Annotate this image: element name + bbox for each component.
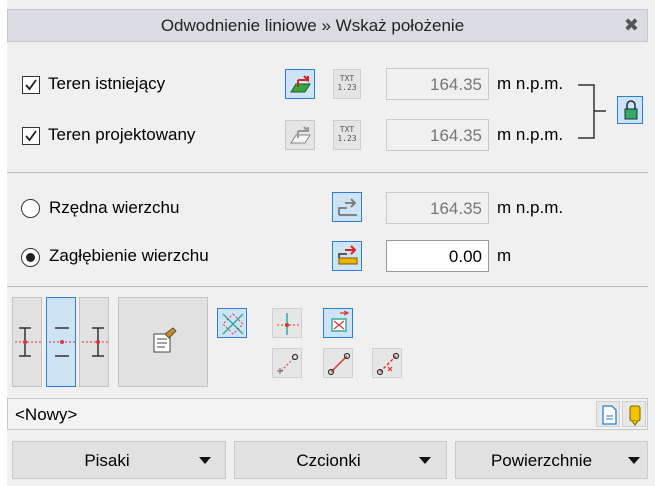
pick-ordinate-icon <box>338 198 357 216</box>
designed-terrain-checkbox[interactable] <box>22 127 40 145</box>
txt-existing-terrain-button[interactable]: TXT 1.23 <box>333 69 361 99</box>
style-combo-value: <Nowy> <box>15 405 78 424</box>
pick-depth-icon <box>338 245 358 265</box>
designed-terrain-label: Teren projektowany <box>48 125 196 144</box>
lock-terrain-button[interactable] <box>617 96 643 124</box>
chevron-down-icon <box>628 457 640 464</box>
chevron-down-icon <box>419 457 431 464</box>
segment-end-icon <box>376 352 400 376</box>
snap-element-button[interactable] <box>323 308 353 338</box>
depth-unit: m <box>497 246 512 265</box>
segment-start-icon <box>277 353 299 374</box>
designed-terrain-value: 164.35 <box>386 119 489 151</box>
snap-perpendicular-button[interactable] <box>272 308 302 338</box>
perpendicular-icon <box>277 313 299 335</box>
snap-intersection-button[interactable] <box>217 308 247 338</box>
style-combo[interactable]: <Nowy> <box>7 398 648 430</box>
properties-icon <box>153 327 177 353</box>
chevron-down-icon <box>199 457 211 464</box>
pick-depth-button[interactable] <box>332 241 362 271</box>
existing-terrain-checkbox[interactable] <box>22 76 40 94</box>
separator <box>7 286 648 287</box>
close-icon[interactable]: ✖ <box>624 15 639 36</box>
lock-icon <box>624 100 638 120</box>
depth-radio[interactable] <box>21 248 40 267</box>
existing-terrain-value: 164.35 <box>386 68 489 100</box>
txt-icon-top: TXT <box>339 74 355 83</box>
ordinate-radio[interactable] <box>21 199 40 218</box>
new-style-button[interactable] <box>596 401 620 427</box>
draw-segment-start-button[interactable] <box>272 348 302 378</box>
align-left-button[interactable] <box>12 297 42 387</box>
align-center-button[interactable] <box>46 297 76 387</box>
align-right-icon <box>82 327 108 357</box>
pens-dropdown[interactable]: Pisaki <box>12 441 226 479</box>
ordinate-value: 164.35 <box>386 192 489 224</box>
depth-input[interactable]: 0.00 <box>386 240 489 272</box>
pick-existing-terrain-button[interactable] <box>285 69 315 99</box>
new-file-icon <box>602 405 617 425</box>
align-right-button[interactable] <box>79 297 109 387</box>
save-style-icon <box>629 405 641 426</box>
fonts-dropdown-label: Czcionki <box>296 451 361 470</box>
element-snap-icon <box>331 310 350 332</box>
existing-terrain-label: Teren istniejący <box>48 74 166 93</box>
ordinate-label: Rzędna wierzchu <box>49 198 180 217</box>
align-center-icon <box>49 327 75 357</box>
title-bar: Odwodnienie liniowe » Wskaż położenie ✖ <box>7 9 648 42</box>
pick-terrain-icon <box>290 75 311 93</box>
surfaces-dropdown[interactable]: Powierzchnie <box>455 441 648 479</box>
txt-icon-bottom: 1.23 <box>337 83 357 92</box>
save-style-button[interactable] <box>622 401 646 427</box>
properties-button[interactable] <box>118 297 208 387</box>
txt-designed-terrain-button[interactable]: TXT 1.23 <box>333 120 361 150</box>
txt-icon-top: TXT <box>339 125 355 134</box>
link-bracket <box>578 84 606 139</box>
separator <box>7 172 648 173</box>
pens-dropdown-label: Pisaki <box>84 451 130 470</box>
pick-terrain-grey-icon <box>290 126 311 144</box>
existing-terrain-unit: m n.p.m. <box>497 74 564 93</box>
draw-segment-button[interactable] <box>323 348 353 378</box>
txt-icon-bottom: 1.23 <box>337 134 357 143</box>
segment-icon <box>327 352 351 376</box>
radio-selected-dot <box>26 253 35 262</box>
pick-designed-terrain-button[interactable] <box>285 120 315 150</box>
depth-label: Zagłębienie wierzchu <box>49 246 209 265</box>
ordinate-unit: m n.p.m. <box>497 198 564 217</box>
dialog-title: Odwodnienie liniowe » Wskaż położenie <box>160 16 465 35</box>
align-left-icon <box>15 327 41 357</box>
fonts-dropdown[interactable]: Czcionki <box>234 441 447 479</box>
pick-ordinate-button[interactable] <box>332 192 362 222</box>
surfaces-dropdown-label: Powierzchnie <box>490 451 593 470</box>
intersection-icon <box>222 313 244 335</box>
designed-terrain-unit: m n.p.m. <box>497 125 564 144</box>
draw-segment-end-button[interactable] <box>372 348 402 378</box>
